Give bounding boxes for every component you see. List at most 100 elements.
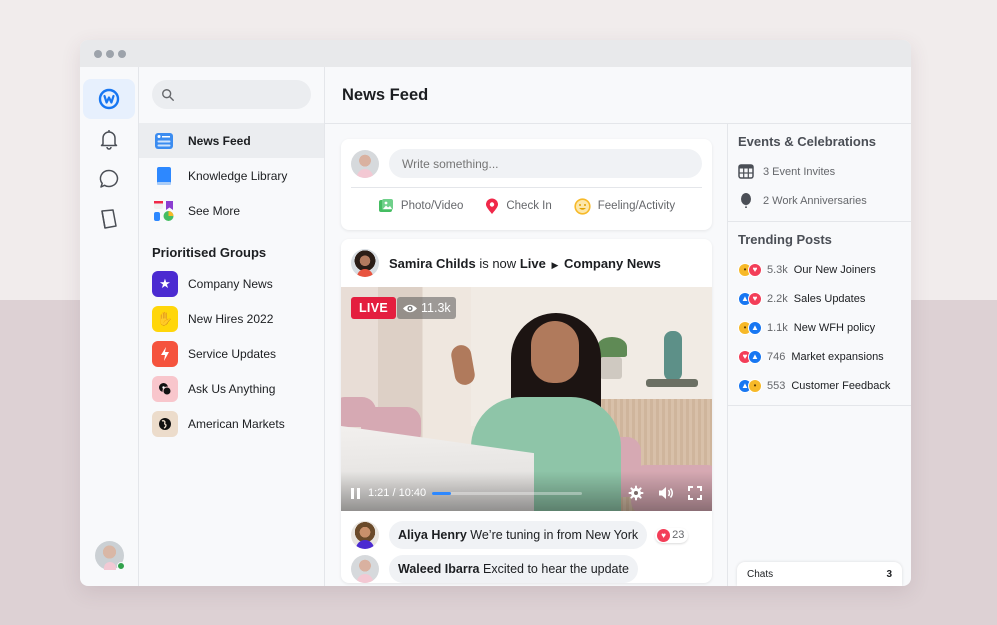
window-control-close[interactable] [94, 49, 102, 58]
trending-post-item[interactable]: • ▲ 1.1k New WFH policy [738, 313, 901, 342]
video-controls: 1:21 / 10:40 [341, 483, 712, 503]
settings-button[interactable] [628, 485, 644, 501]
events-title: Events & Celebrations [738, 134, 876, 149]
current-time: 1:21 [368, 487, 390, 499]
trending-title: Trending Posts [738, 232, 832, 247]
page-title: News Feed [325, 67, 911, 124]
feeling-activity-button[interactable]: Feeling/Activity [574, 197, 675, 215]
video-tray [646, 379, 698, 387]
search-input[interactable] [152, 80, 311, 109]
caret-right-icon: ▶ [551, 259, 559, 270]
nav-item-see-more[interactable]: See More [139, 193, 324, 228]
reaction-count: 23 [672, 529, 685, 541]
nav-item-knowledge-library[interactable]: Knowledge Library [139, 158, 324, 193]
reaction-icons: ♥ ▲ [738, 349, 764, 364]
trending-post-item[interactable]: • ♥ 5.3k Our New Joiners [738, 255, 901, 284]
chats-label: Chats [747, 568, 774, 580]
rail-library-button[interactable] [83, 199, 135, 239]
reaction-icons: • ♥ [738, 262, 764, 277]
video-progress-bar[interactable] [432, 491, 583, 495]
window-control-minimize[interactable] [106, 49, 114, 58]
video-progress-fill [432, 491, 452, 495]
window-control-maximize[interactable] [118, 49, 126, 58]
trending-post-item[interactable]: ▲ • 553 Customer Feedback [738, 371, 901, 400]
reaction-count: 5.3k [767, 263, 788, 276]
reaction-count: 553 [767, 379, 786, 392]
commenter-name[interactable]: Aliya Henry [398, 528, 467, 542]
playback-time: 1:21 / 10:40 [368, 487, 426, 499]
chats-count: 3 [886, 568, 892, 580]
viewer-count: 11.3k [397, 297, 456, 319]
bell-icon [100, 130, 118, 150]
reaction-icons: ▲ • [738, 378, 764, 393]
pause-icon [351, 487, 360, 499]
nav-item-label: News Feed [188, 133, 251, 148]
group-label: Service Updates [188, 346, 277, 361]
rail-chats-button[interactable] [83, 159, 135, 199]
commenter-avatar[interactable] [351, 521, 379, 549]
commenter-avatar[interactable] [351, 555, 379, 583]
chats-bar[interactable]: Chats 3 [737, 562, 902, 586]
globe-icon [152, 410, 178, 437]
app-window: News Feed Knowledge Library See More Pri… [80, 40, 911, 586]
star-icon: ★ [152, 270, 178, 297]
write-something-input[interactable] [389, 149, 702, 178]
group-service-updates[interactable]: Service Updates [139, 336, 324, 371]
live-status-text: Live [519, 255, 546, 271]
trending-post-label: Market expansions [791, 350, 884, 363]
duration: 10:40 [398, 487, 427, 499]
group-american-markets[interactable]: American Markets [139, 406, 324, 441]
viewer-count-value: 11.3k [421, 301, 451, 315]
eye-icon [403, 304, 417, 312]
trending-section: Trending Posts • ♥ 5.3k Our New Joiners ▲ ♥ 2.… [728, 222, 911, 406]
work-anniversaries-item[interactable]: 2 Work Anniversaries [738, 186, 901, 215]
volume-icon [659, 487, 673, 499]
comment-text: We’re tuning in from New York [470, 528, 639, 542]
user-avatar[interactable] [95, 541, 125, 570]
group-ask-us-anything[interactable]: Ask Us Anything [139, 371, 324, 406]
post-headline: Samira Childs is now Live ▶ Company News [389, 256, 661, 271]
fullscreen-button[interactable] [688, 486, 702, 500]
workplace-icon [98, 88, 120, 110]
rail-home-button[interactable] [83, 79, 135, 119]
trending-post-label: Our New Joiners [793, 263, 876, 276]
is-now-text: is now [479, 255, 517, 271]
chat-bubble-icon [99, 169, 119, 188]
group-label: Company News [188, 276, 273, 291]
group-new-hires-2022[interactable]: ✋ New Hires 2022 [139, 301, 324, 336]
photo-video-button[interactable]: Photo/Video [378, 198, 463, 214]
events-section: Events & Celebrations 3 Event Invites 2 … [728, 124, 911, 222]
pause-button[interactable] [351, 487, 360, 499]
trending-post-item[interactable]: ▲ ♥ 2.2k Sales Updates [738, 284, 901, 313]
event-invites-item[interactable]: 3 Event Invites [738, 157, 901, 186]
commenter-name[interactable]: Waleed Ibarra [398, 562, 480, 576]
main-area: News Feed Photo/Video [325, 67, 911, 586]
live-video[interactable]: LIVE 11.3k 1:21 / 10:40 [341, 287, 712, 511]
wow-reaction-icon: • [748, 378, 762, 393]
news-feed: Photo/Video Check In Feeling/Activity [325, 124, 728, 586]
reaction-icons: • ▲ [738, 320, 764, 335]
volume-button[interactable] [658, 486, 674, 500]
reaction-count: 1.1k [767, 321, 788, 334]
composer-avatar [351, 149, 379, 178]
group-link[interactable]: Company News [564, 256, 661, 271]
calendar-icon [738, 164, 754, 179]
check-in-button[interactable]: Check In [485, 198, 552, 215]
author-avatar[interactable] [351, 249, 379, 277]
group-company-news[interactable]: ★ Company News [139, 266, 324, 301]
trending-post-item[interactable]: ♥ ▲ 746 Market expansions [738, 342, 901, 371]
comment-item: Aliya Henry We’re tuning in from New Yor… [351, 521, 704, 549]
navigation-panel: News Feed Knowledge Library See More Pri… [139, 67, 325, 586]
rail-notifications-button[interactable] [83, 119, 135, 159]
love-reaction-icon: ♥ [748, 262, 762, 277]
comment-text: Excited to hear the update [483, 562, 629, 576]
group-label: American Markets [188, 416, 285, 431]
comment-bubble: Waleed Ibarra Excited to hear the update [389, 555, 638, 583]
comment-reaction-badge[interactable]: ♥ 23 [655, 527, 689, 543]
icon-rail [80, 67, 139, 586]
speech-bubbles-icon [152, 375, 178, 402]
nav-item-news-feed[interactable]: News Feed [139, 123, 324, 158]
title-bar [80, 40, 911, 67]
live-post: Samira Childs is now Live ▶ Company News [341, 239, 712, 583]
author-name[interactable]: Samira Childs [389, 256, 476, 271]
